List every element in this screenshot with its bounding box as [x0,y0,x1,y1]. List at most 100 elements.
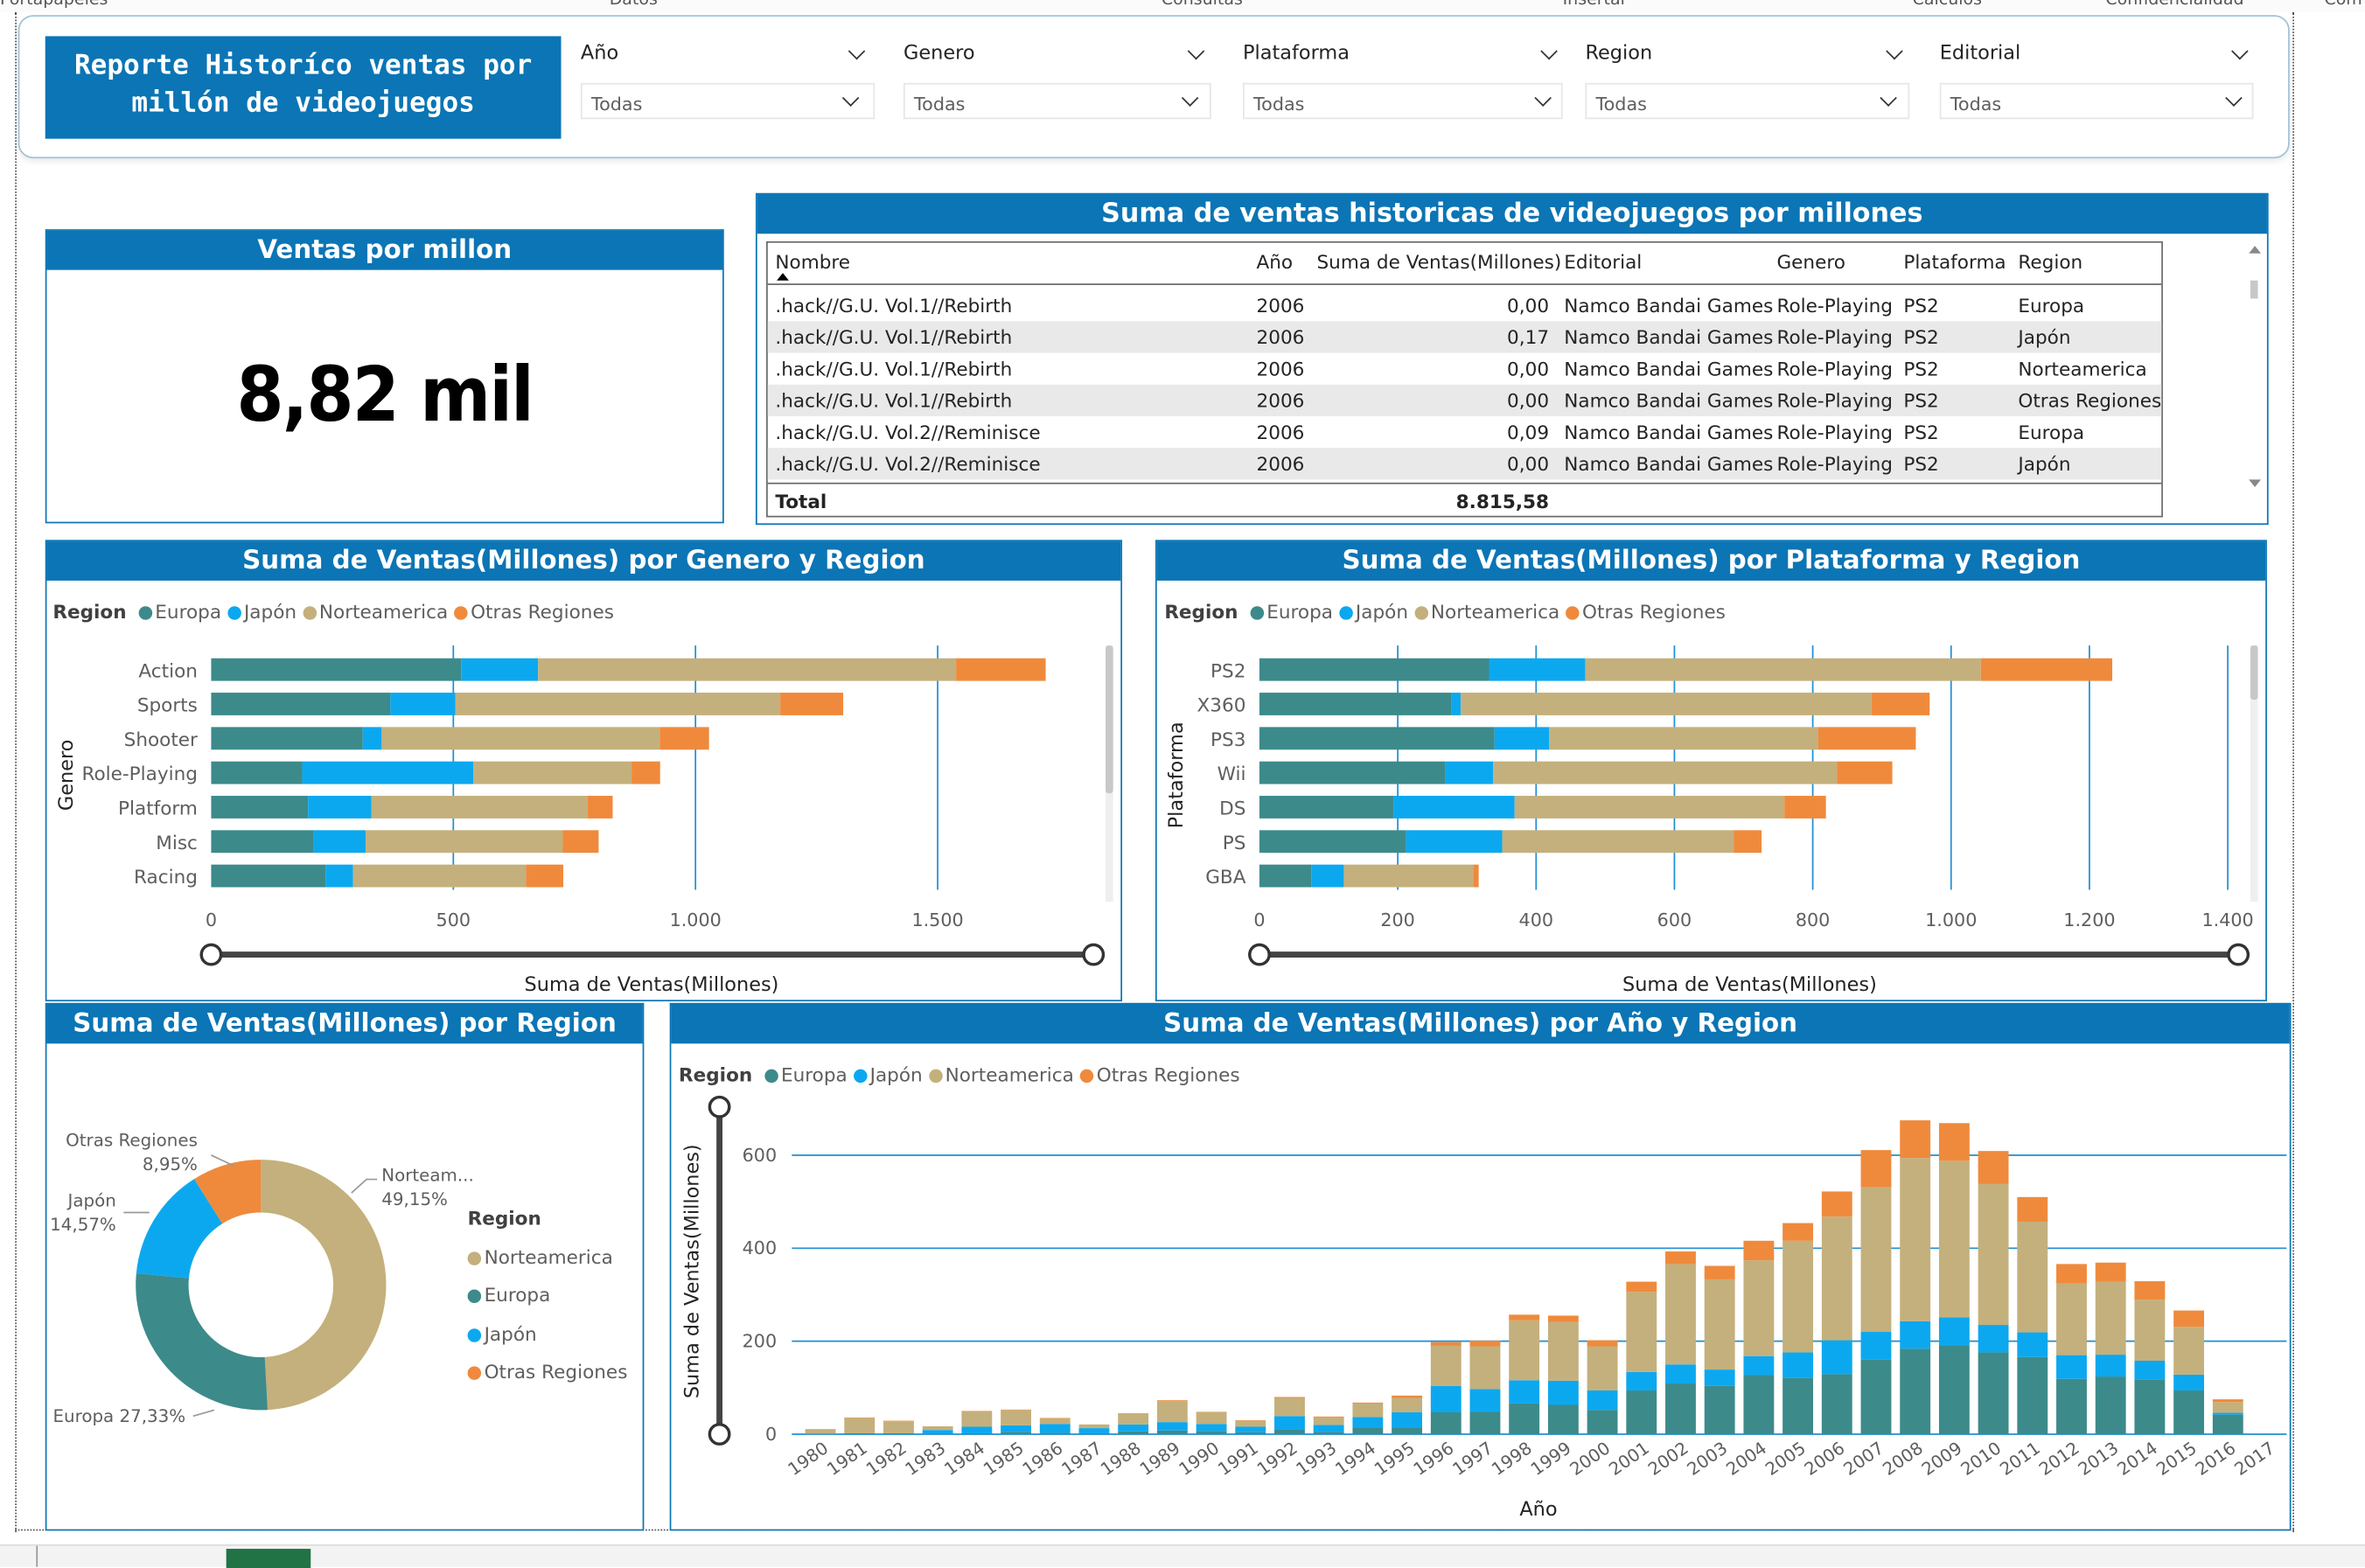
bar-segment[interactable] [1274,1416,1305,1430]
bar-segment[interactable] [1001,1432,1031,1434]
bar-segment[interactable] [1493,761,1838,784]
bar-segment[interactable] [1078,1428,1110,1433]
bar-segment[interactable] [1392,1427,1423,1434]
bar-segment[interactable] [844,1418,876,1433]
slicer-ano[interactable]: Año Todas [580,42,876,120]
bar-segment[interactable] [1118,1431,1149,1434]
bar-segment[interactable] [883,1432,914,1434]
bar-segment[interactable] [1430,1345,1462,1386]
slicer-region[interactable]: Region Todas [1585,42,1910,120]
range-slider-handle[interactable] [2227,943,2250,966]
bar-segment[interactable] [1196,1411,1227,1413]
bar-segment[interactable] [1782,1352,1814,1378]
scroll-up-icon[interactable] [2249,246,2262,254]
bar-segment[interactable] [1509,1403,1540,1434]
bar-segment[interactable] [1343,864,1474,888]
scroll-thumb[interactable] [2250,280,2258,299]
legend-item-norteamerica[interactable]: Norteamerica [296,600,448,623]
bar-segment[interactable] [1001,1409,1031,1411]
bar-segment[interactable] [2056,1355,2087,1379]
sort-ascending-icon[interactable] [777,273,789,281]
chart-scroll-thumb[interactable] [2250,645,2258,700]
slicer-dropdown[interactable]: Todas [903,82,1211,120]
bar-segment[interactable] [1547,1321,1579,1381]
bar-segment[interactable] [1821,1374,1852,1434]
bar-segment[interactable] [1587,1340,1618,1347]
bar-segment[interactable] [1352,1417,1384,1428]
bar-segment[interactable] [1196,1424,1227,1432]
bar-segment[interactable] [1259,864,1312,888]
legend-item-europa[interactable]: Europa [1244,600,1333,623]
column-header-plataforma[interactable]: Plataforma [1903,250,2006,273]
bar-segment[interactable] [922,1433,953,1434]
bar-segment[interactable] [1196,1412,1227,1425]
bar-segment[interactable] [1821,1191,1852,1217]
bar-segment[interactable] [805,1429,836,1434]
bar-segment[interactable] [1156,1401,1188,1423]
bar-segment[interactable] [461,658,539,681]
range-slider-handle[interactable] [199,943,223,966]
bar-segment[interactable] [2056,1264,2087,1284]
bar-segment[interactable] [956,658,1046,681]
bar-segment[interactable] [1430,1342,1462,1346]
bar-segment[interactable] [1393,796,1515,819]
bar-segment[interactable] [1469,1341,1501,1347]
bar-segment[interactable] [1743,1375,1775,1434]
table-row[interactable]: .hack//G.U. Vol.1//Rebirth 2006 0,17 Namco … [767,321,2162,353]
bar-segment[interactable] [1587,1346,1618,1391]
bar-segment[interactable] [302,761,474,784]
bar-segment[interactable] [2173,1374,2205,1391]
bar-segment[interactable] [1626,1390,1657,1434]
bar-segment[interactable] [805,1433,836,1434]
bar-segment[interactable] [1585,658,1981,681]
bar-segment[interactable] [844,1432,876,1434]
bar-segment[interactable] [1039,1424,1071,1433]
bar-segment[interactable] [922,1430,953,1434]
legend-item-norteamerica[interactable]: Norteamerica [467,1237,628,1276]
range-slider-handle[interactable] [708,1095,731,1119]
bar-segment[interactable] [1978,1325,2009,1353]
bar-segment[interactable] [922,1425,953,1431]
bar-segment[interactable] [526,864,564,888]
bar-segment[interactable] [631,761,660,784]
bar-segment[interactable] [1259,761,1446,784]
slicer-editorial[interactable]: Editorial Todas [1939,42,2254,120]
slicer-dropdown[interactable]: Todas [1585,82,1910,120]
bar-segment[interactable] [308,796,372,819]
bar-segment[interactable] [1509,1320,1540,1381]
bar-segment[interactable] [961,1432,993,1434]
bar-segment[interactable] [211,727,363,750]
bar-segment[interactable] [1587,1390,1618,1411]
bar-segment[interactable] [1235,1420,1266,1427]
bar-segment[interactable] [1352,1403,1384,1418]
bar-segment[interactable] [1078,1432,1110,1434]
bar-segment[interactable] [1547,1404,1579,1434]
bar-segment[interactable] [1784,796,1826,819]
bar-segment[interactable] [211,796,309,819]
legend-item-europa[interactable]: Europa [758,1063,848,1086]
bar-segment[interactable] [1547,1380,1579,1405]
column-header-nombre[interactable]: Nombre [775,250,850,273]
bar-segment[interactable] [1837,761,1893,784]
table-scrollbar[interactable] [2248,241,2263,498]
bar-segment[interactable] [1626,1292,1657,1372]
bar-segment[interactable] [1445,761,1494,784]
scroll-down-icon[interactable] [2249,479,2262,488]
bar-segment[interactable] [659,727,709,750]
bar-segment[interactable] [2212,1399,2243,1403]
range-slider-handle[interactable] [708,1423,731,1446]
bar-segment[interactable] [1259,830,1406,854]
bar-segment[interactable] [211,761,303,784]
bar-segment[interactable] [2095,1376,2126,1434]
bar-segment[interactable] [883,1420,914,1422]
bar-segment[interactable] [1734,830,1762,854]
bar-segment[interactable] [1039,1418,1071,1425]
bar-segment[interactable] [1392,1397,1423,1413]
bar-segment[interactable] [1860,1187,1892,1333]
table-row[interactable]: .hack//G.U. Vol.2//Reminisce 2006 0,09 Namc… [768,416,2161,448]
table-row[interactable]: .hack//G.U. Vol.2//Reminisce 2006 0,00 Namc… [767,448,2162,480]
slicer-dropdown[interactable]: Todas [580,82,876,120]
bar-segment[interactable] [1196,1431,1227,1434]
bar-segment[interactable] [1430,1412,1462,1434]
bar-segment[interactable] [1259,693,1452,715]
